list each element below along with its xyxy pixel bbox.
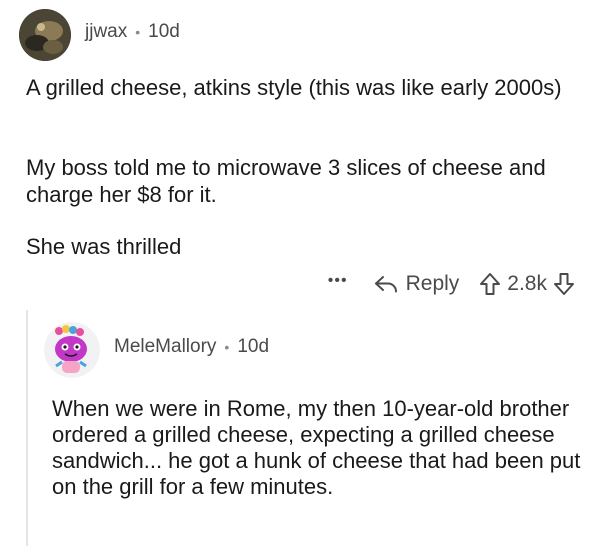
comment-paragraph: She was thrilled — [26, 234, 182, 259]
reply-button[interactable]: Reply — [374, 272, 460, 296]
reply-age: 10d — [237, 336, 270, 357]
reply-arrow-icon — [374, 276, 397, 293]
vote-score: 2.8k — [507, 272, 547, 295]
vote-control: 2.8k — [479, 272, 575, 296]
comment-author[interactable]: jjwax — [85, 21, 127, 43]
reply-author[interactable]: MeleMallory — [114, 336, 216, 358]
comment-actions: ••• Reply 2.8k — [328, 268, 575, 300]
author-line: jjwax • 10d — [85, 21, 180, 43]
upvote-icon[interactable] — [479, 272, 501, 296]
comment-paragraph: My boss told me to microwave 3 slices of… — [26, 155, 546, 207]
comment-paragraph: A grilled cheese, atkins style (this was… — [26, 75, 562, 100]
comment-header: jjwax • 10d — [19, 9, 180, 61]
reply-body: When we were in Rome, my then 10-year-ol… — [52, 396, 581, 499]
reply-label: Reply — [405, 272, 460, 295]
user-avatar-icon — [19, 9, 71, 61]
separator-dot: • — [224, 339, 230, 355]
separator-dot: • — [135, 24, 141, 40]
comment-age: 10d — [148, 21, 180, 42]
more-options-button[interactable]: ••• — [328, 272, 348, 290]
snoo-avatar-icon — [44, 322, 100, 378]
avatar[interactable] — [19, 9, 71, 61]
thread-line[interactable] — [26, 310, 28, 546]
downvote-icon[interactable] — [553, 272, 575, 296]
reply-header: MeleMallory • 10d — [44, 320, 269, 380]
avatar[interactable] — [44, 322, 100, 378]
reply-author-line: MeleMallory • 10d — [114, 336, 269, 358]
